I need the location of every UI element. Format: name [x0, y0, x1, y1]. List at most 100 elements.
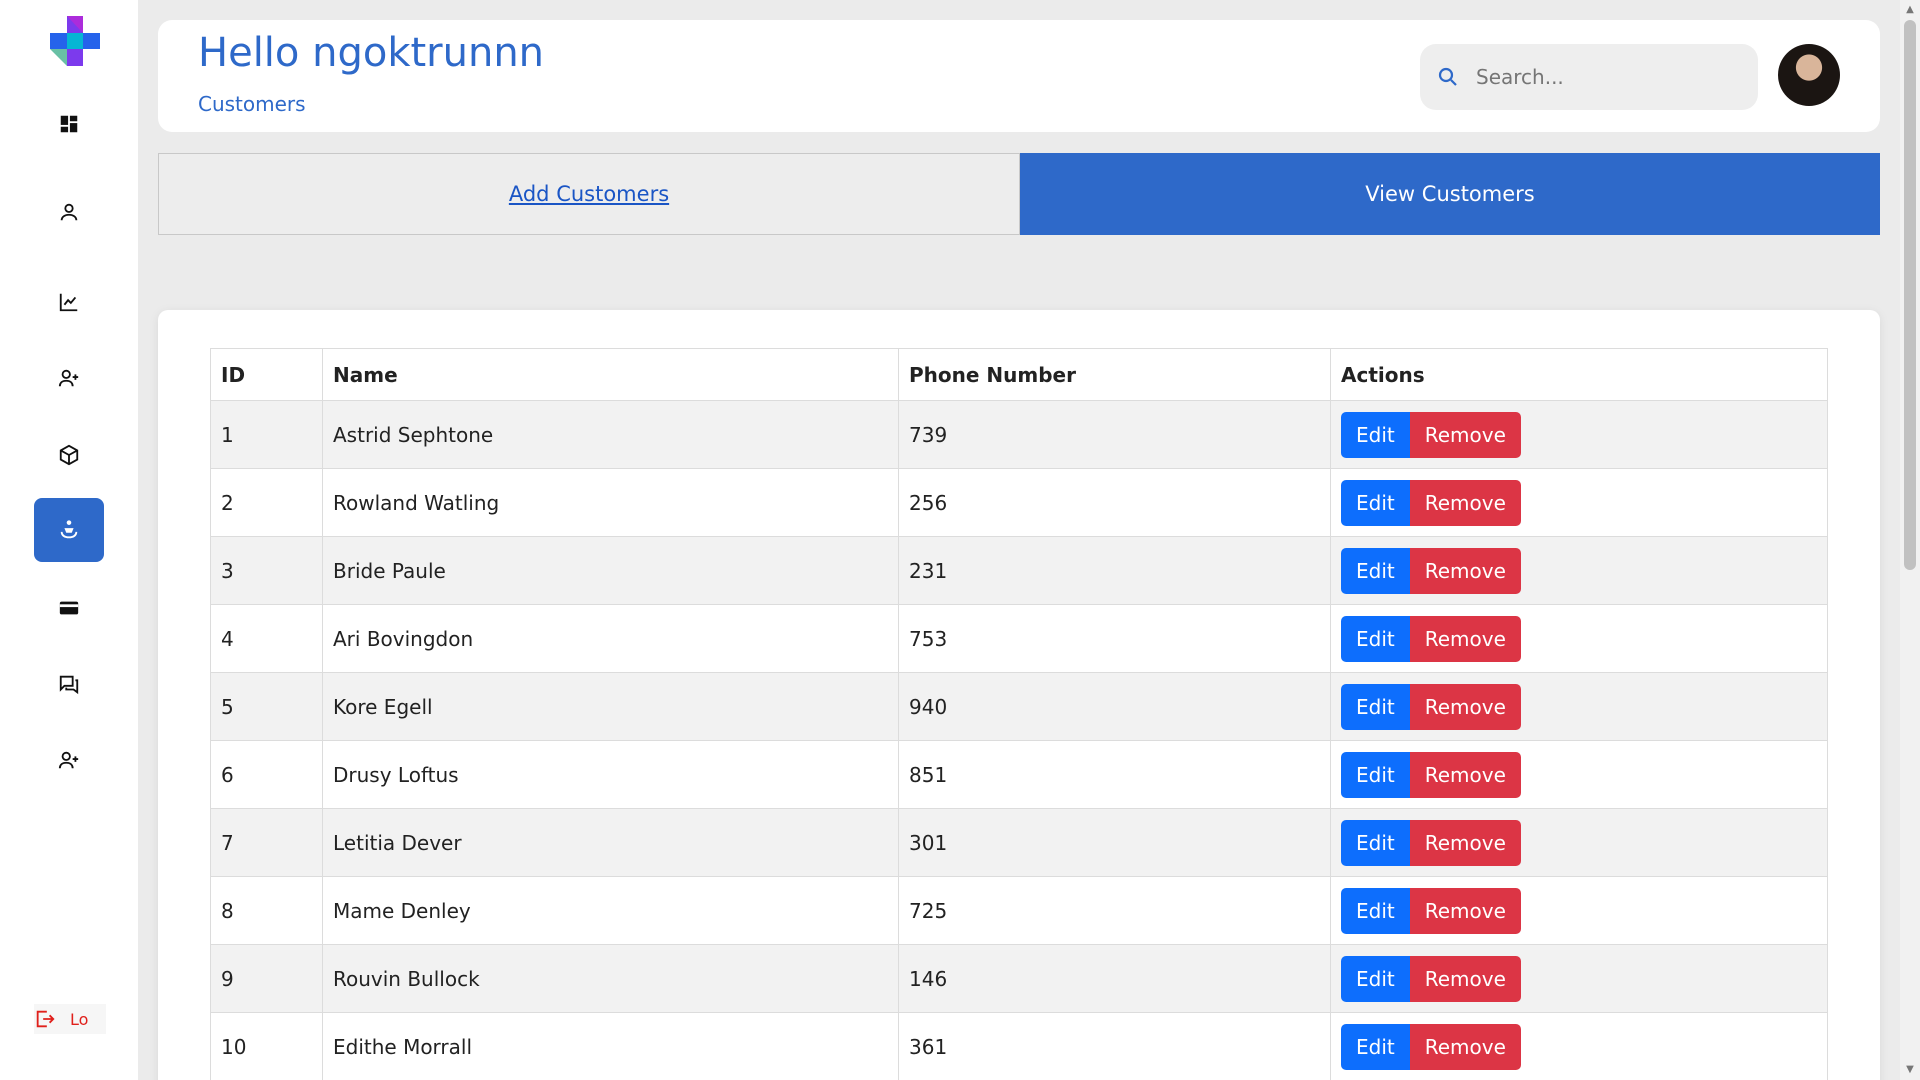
edit-button[interactable]: Edit [1341, 615, 1410, 662]
remove-button[interactable]: Remove [1409, 1023, 1521, 1070]
column-header-actions: Actions [1330, 348, 1828, 401]
edit-button[interactable]: Edit [1341, 955, 1410, 1002]
cell-actions: Edit Remove [1330, 808, 1828, 877]
action-buttons: Edit Remove [1341, 887, 1521, 934]
sidebar: Lo [0, 0, 138, 1080]
action-buttons: Edit Remove [1341, 751, 1521, 798]
cell-phone: 256 [898, 468, 1331, 537]
edit-button[interactable]: Edit [1341, 887, 1410, 934]
remove-button[interactable]: Remove [1409, 819, 1521, 866]
cell-id: 9 [210, 944, 323, 1013]
page-header: Hello ngoktrunnn Customers [158, 20, 1880, 132]
scroll-up-arrow-icon[interactable]: ▲ [1904, 4, 1916, 16]
cell-id: 4 [210, 604, 323, 673]
table-row: 3 Bride Paule 231 Edit Remove [210, 536, 1828, 605]
remove-button[interactable]: Remove [1409, 547, 1521, 594]
remove-button[interactable]: Remove [1409, 751, 1521, 798]
action-buttons: Edit Remove [1341, 1023, 1521, 1070]
cell-name: Rouvin Bullock [322, 944, 899, 1013]
edit-button[interactable]: Edit [1341, 819, 1410, 866]
tabs: Add Customers View Customers [158, 153, 1880, 235]
dashboard-icon [60, 115, 78, 133]
cell-actions: Edit Remove [1330, 1012, 1828, 1080]
cell-phone: 753 [898, 604, 1331, 673]
cell-phone: 361 [898, 1012, 1331, 1080]
cell-phone: 725 [898, 876, 1331, 945]
cell-actions: Edit Remove [1330, 604, 1828, 673]
edit-button[interactable]: Edit [1341, 411, 1410, 458]
action-buttons: Edit Remove [1341, 411, 1521, 458]
cell-name: Letitia Dever [322, 808, 899, 877]
box-icon [59, 444, 79, 466]
edit-button[interactable]: Edit [1341, 547, 1410, 594]
cell-id: 10 [210, 1012, 323, 1080]
cell-id: 6 [210, 740, 323, 809]
chart-icon [59, 293, 78, 312]
sidebar-item-add-user[interactable] [34, 346, 104, 410]
cell-actions: Edit Remove [1330, 672, 1828, 741]
scroll-down-arrow-icon[interactable]: ▼ [1904, 1064, 1916, 1076]
credit-card-icon [59, 601, 79, 615]
action-buttons: Edit Remove [1341, 683, 1521, 730]
logout-button[interactable]: Lo [34, 1004, 106, 1034]
user-icon [60, 203, 78, 221]
app-logo[interactable] [50, 16, 100, 66]
cell-name: Drusy Loftus [322, 740, 899, 809]
edit-button[interactable]: Edit [1341, 479, 1410, 526]
remove-button[interactable]: Remove [1409, 479, 1521, 526]
edit-button[interactable]: Edit [1341, 683, 1410, 730]
user-add-icon [58, 751, 79, 769]
remove-button[interactable]: Remove [1409, 615, 1521, 662]
cell-id: 3 [210, 536, 323, 605]
cell-name: Bride Paule [322, 536, 899, 605]
table-row: 5 Kore Egell 940 Edit Remove [210, 672, 1828, 741]
cell-phone: 146 [898, 944, 1331, 1013]
avatar[interactable] [1778, 44, 1840, 106]
breadcrumb[interactable]: Customers [198, 92, 306, 116]
cell-id: 8 [210, 876, 323, 945]
cell-name: Kore Egell [322, 672, 899, 741]
sidebar-item-analytics[interactable] [34, 270, 104, 334]
sidebar-item-payments[interactable] [34, 576, 104, 640]
scrollbar[interactable]: ▲ ▼ [1900, 0, 1920, 1080]
search-icon [1438, 67, 1457, 86]
cell-actions: Edit Remove [1330, 944, 1828, 1013]
remove-button[interactable]: Remove [1409, 955, 1521, 1002]
tab-add-customers[interactable]: Add Customers [158, 153, 1020, 235]
action-buttons: Edit Remove [1341, 819, 1521, 866]
remove-button[interactable]: Remove [1409, 683, 1521, 730]
cell-phone: 231 [898, 536, 1331, 605]
action-buttons: Edit Remove [1341, 479, 1521, 526]
cell-name: Astrid Sephtone [322, 400, 899, 469]
customers-table: ID Name Phone Number Actions 1 Astrid Sep… [210, 348, 1828, 1080]
remove-button[interactable]: Remove [1409, 411, 1521, 458]
column-header-id: ID [210, 348, 323, 401]
table-row: 10 Edithe Morrall 361 Edit Remove [210, 1012, 1828, 1080]
cell-phone: 851 [898, 740, 1331, 809]
edit-button[interactable]: Edit [1341, 751, 1410, 798]
remove-button[interactable]: Remove [1409, 887, 1521, 934]
cell-phone: 739 [898, 400, 1331, 469]
action-buttons: Edit Remove [1341, 547, 1521, 594]
cell-name: Edithe Morrall [322, 1012, 899, 1080]
scrollbar-thumb[interactable] [1904, 20, 1916, 570]
cell-actions: Edit Remove [1330, 740, 1828, 809]
sidebar-item-dashboard[interactable] [34, 92, 104, 156]
cell-name: Ari Bovingdon [322, 604, 899, 673]
sidebar-item-users[interactable] [34, 180, 104, 244]
edit-button[interactable]: Edit [1341, 1023, 1410, 1070]
sidebar-item-customers[interactable] [34, 498, 104, 562]
table-row: 7 Letitia Dever 301 Edit Remove [210, 808, 1828, 877]
sidebar-item-products[interactable] [34, 423, 104, 487]
logout-label: Lo [70, 1009, 89, 1029]
tab-view-customers[interactable]: View Customers [1020, 153, 1880, 235]
sidebar-item-messages[interactable] [34, 652, 104, 716]
cell-actions: Edit Remove [1330, 400, 1828, 469]
sidebar-item-add-staff[interactable] [34, 728, 104, 792]
cell-id: 5 [210, 672, 323, 741]
search-input[interactable] [1476, 65, 1736, 89]
cell-id: 2 [210, 468, 323, 537]
search-box[interactable] [1420, 44, 1758, 110]
table-row: 6 Drusy Loftus 851 Edit Remove [210, 740, 1828, 809]
logout-icon [36, 1010, 55, 1028]
